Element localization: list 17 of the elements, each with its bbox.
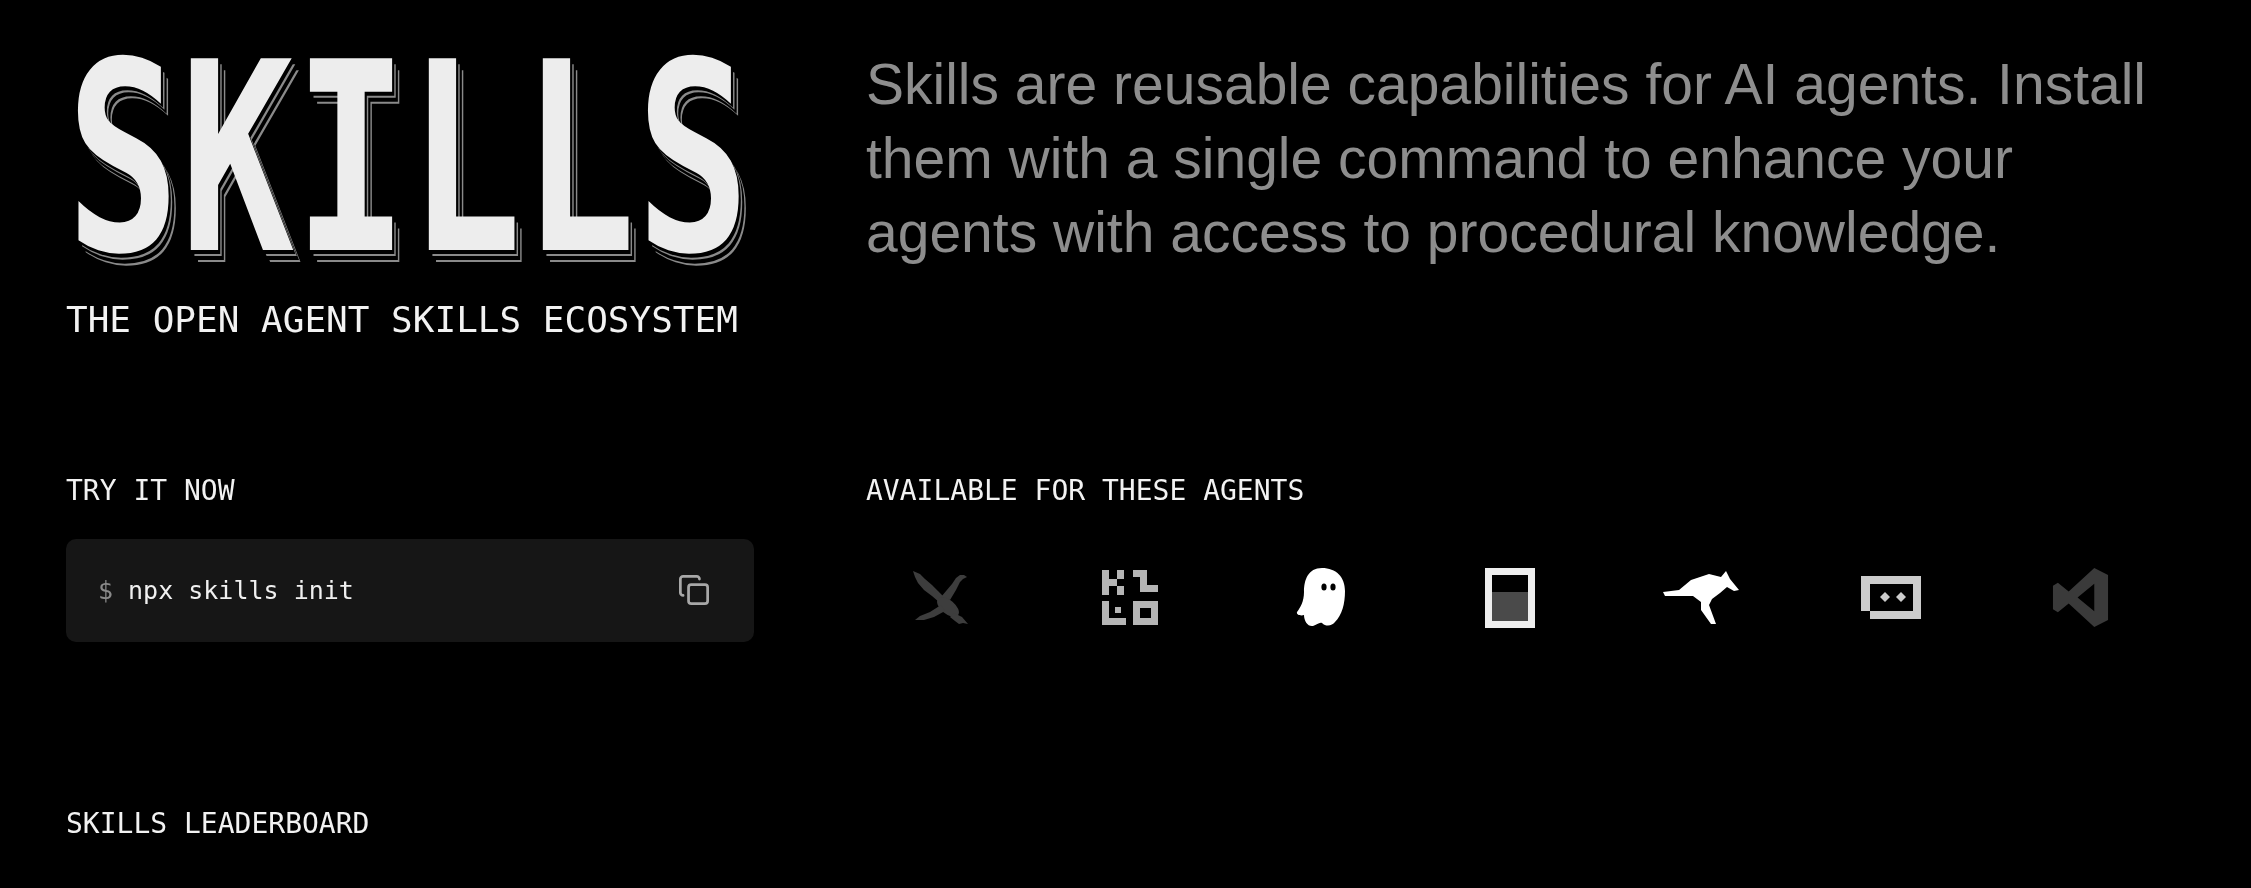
flying-bird-icon xyxy=(911,570,969,626)
logo-title: SKILLS xyxy=(66,46,752,289)
ghost-icon xyxy=(1294,566,1346,629)
section-heading: AVAILABLE FOR THESE AGENTS xyxy=(866,474,1305,508)
section-heading: TRY IT NOW xyxy=(66,474,235,508)
kangaroo-icon xyxy=(1662,571,1739,625)
robot-face-icon xyxy=(1860,576,1921,620)
copy-icon xyxy=(679,575,709,606)
pixel-logo-icon xyxy=(1102,570,1159,626)
command-text: npx skills init xyxy=(128,575,354,605)
prompt-symbol: $ xyxy=(98,575,114,605)
copy-button[interactable] xyxy=(679,575,709,606)
square-frame-icon xyxy=(1485,567,1536,628)
intro-paragraph: Skills are reusable capabilities for AI agents. Install them with a single command to enhance your agents with access to procedural knowledge. xyxy=(866,51,2147,266)
section-heading: SKILLS LEADERBOARD xyxy=(66,806,370,841)
fold-logo-icon xyxy=(2051,568,2111,628)
tagline: THE OPEN AGENT SKILLS ECOSYSTEM xyxy=(66,298,738,342)
